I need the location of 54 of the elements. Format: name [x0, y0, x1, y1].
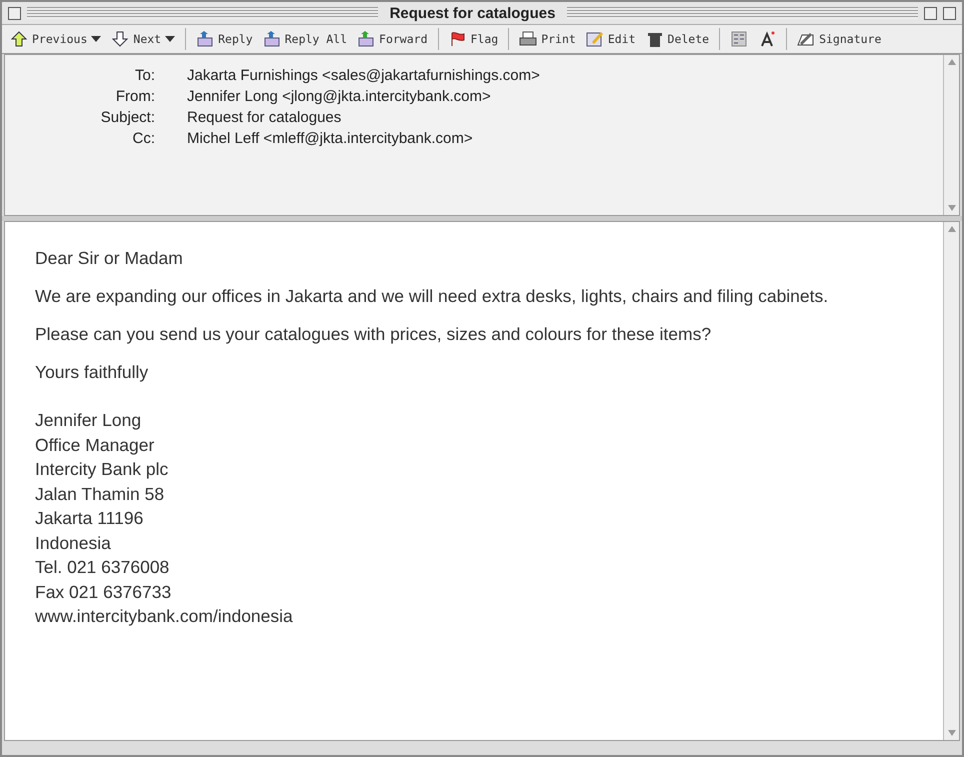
field-label: Subject:: [100, 108, 155, 128]
field-label: To:: [134, 66, 155, 86]
toolbar-button[interactable]: Flag: [444, 29, 502, 49]
scroll-bar[interactable]: [943, 55, 959, 215]
signature-line: Indonesia: [35, 532, 112, 554]
toolbar-button[interactable]: Signature: [793, 29, 886, 49]
reply-icon: [196, 31, 214, 47]
caret-icon: [91, 35, 102, 43]
forward-icon: [357, 31, 376, 47]
signature-line: www.intercitybank.com/indonesia: [35, 605, 294, 628]
toolbar-button[interactable]: Edit: [582, 29, 640, 49]
toolbar-button[interactable]: Reply All: [258, 29, 352, 49]
toolbar-button[interactable]: Print: [515, 29, 580, 49]
signature-line: Jalan Thamin 58: [35, 482, 166, 506]
splitter-handle[interactable]: [2, 216, 962, 221]
field-value: Request for catalogues: [187, 108, 342, 128]
reply-all-icon: [262, 31, 281, 47]
signature-line: Tel. 021 6376008: [35, 556, 170, 579]
field-value: Michel Leff <mleff@jkta.intercitybank.com>: [187, 129, 473, 149]
close-box-icon[interactable]: [8, 6, 21, 20]
caret-icon: [165, 35, 176, 43]
toolbar-button[interactable]: Reply: [192, 29, 257, 49]
field-value: Jennifer Long <jlong@jkta.intercitybank.com>: [187, 87, 491, 107]
toolbar-button[interactable]: Delete: [642, 29, 714, 49]
scroll-up-icon[interactable]: [948, 226, 956, 232]
field-label: Cc:: [132, 129, 155, 149]
scroll-down-icon[interactable]: [948, 730, 956, 736]
window-title: Request for catalogues: [388, 4, 556, 22]
signature-line: Fax 021 6376733: [35, 580, 172, 604]
toolbar-button[interactable]: Previous: [6, 29, 106, 49]
scroll-up-icon[interactable]: [948, 59, 956, 65]
message-paragraph: Please can you send us your catalogues with prices, sizes and colours for these items?: [35, 323, 712, 346]
up-arrow-icon: [10, 31, 28, 47]
pen-icon: [797, 31, 816, 47]
toolbar-button[interactable]: Next: [107, 29, 180, 49]
flag-icon: [448, 31, 466, 47]
trash-icon: [646, 31, 664, 47]
signature-line: Jakarta 11196: [35, 507, 144, 530]
collapse-box-icon[interactable]: [943, 6, 956, 20]
signature-line: Jennifer Long: [35, 409, 142, 432]
field-label: From:: [114, 87, 155, 107]
zoom-box-icon[interactable]: [924, 6, 937, 20]
signature-line: Intercity Bank plc: [35, 458, 170, 481]
toolbar-button[interactable]: Forward: [353, 29, 432, 49]
message-paragraph: Yours faithfully: [35, 361, 150, 384]
signature-line: Office Manager: [35, 434, 156, 457]
field-value: Jakarta Furnishings <sales@jakartafurnishings.com>: [187, 66, 540, 86]
scroll-down-icon[interactable]: [948, 205, 956, 211]
printer-icon: [519, 31, 538, 47]
edit-icon: [586, 31, 604, 47]
message-paragraph: Dear Sir or Madam: [35, 247, 184, 270]
message-paragraph: We are expanding our offices in Jakarta and we will need extra desks, lights, chairs and filing cabinets.: [35, 285, 830, 308]
scroll-bar[interactable]: [943, 222, 959, 740]
down-arrow-icon: [111, 31, 130, 47]
